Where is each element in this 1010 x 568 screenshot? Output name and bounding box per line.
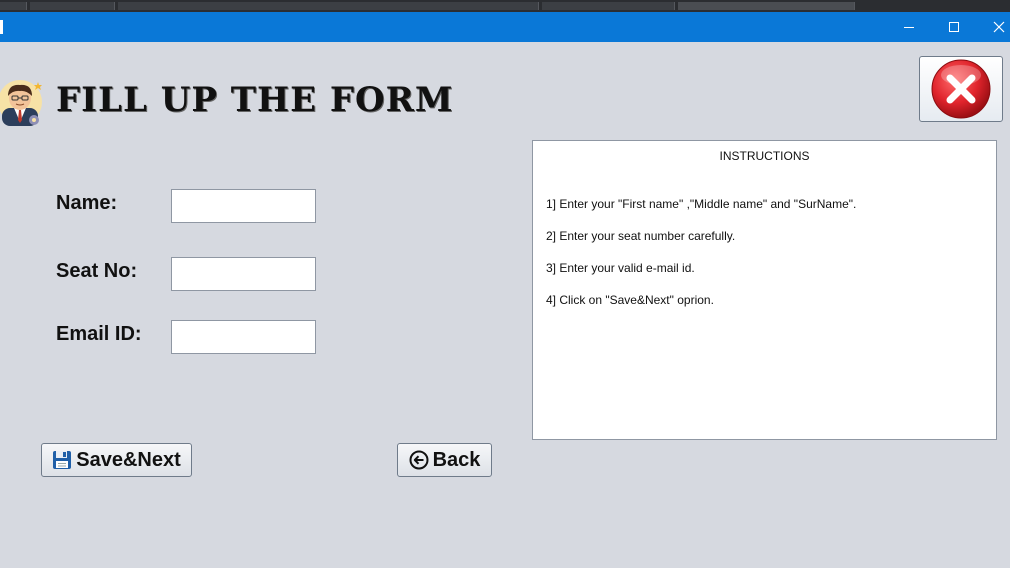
name-label: Name:	[56, 192, 118, 214]
instruction-line: 2] Enter your seat number carefully.	[546, 229, 736, 243]
strip-segment	[542, 2, 675, 10]
red-x-icon	[931, 59, 991, 119]
back-button[interactable]: Back	[397, 443, 492, 477]
seat-no-field[interactable]	[171, 257, 316, 291]
save-next-label: Save&Next	[76, 448, 181, 471]
instructions-panel: INSTRUCTIONS 1] Enter your "First name" …	[532, 140, 997, 440]
back-label: Back	[432, 448, 481, 471]
exit-button[interactable]	[919, 56, 1003, 122]
instruction-line: 1] Enter your "First name" ,"Middle name…	[546, 197, 857, 211]
back-arrow-icon	[409, 450, 429, 470]
title-bar	[0, 12, 1010, 42]
user-avatar-icon	[0, 80, 42, 126]
app-icon	[0, 20, 3, 34]
top-strip	[0, 0, 1010, 12]
maximize-button[interactable]	[931, 12, 976, 42]
instruction-line: 4] Click on "Save&Next" oprion.	[546, 293, 714, 307]
name-field[interactable]	[171, 189, 316, 223]
instructions-title: INSTRUCTIONS	[719, 149, 810, 163]
window-close-button[interactable]	[976, 12, 1010, 42]
minimize-icon	[903, 27, 914, 28]
strip-segment	[678, 2, 855, 10]
page-title: FILL UP THE FORM	[56, 80, 454, 120]
strip-segment	[0, 2, 27, 10]
minimize-button[interactable]	[886, 12, 931, 42]
seat-no-label: Seat No:	[56, 260, 138, 282]
email-field[interactable]	[171, 320, 316, 354]
floppy-disk-icon	[53, 451, 72, 469]
strip-segment	[30, 2, 115, 10]
strip-segment	[118, 2, 539, 10]
close-icon	[993, 21, 1004, 33]
email-label: Email ID:	[56, 323, 142, 345]
maximize-icon	[948, 22, 959, 32]
save-next-button[interactable]: Save&Next	[41, 443, 192, 477]
instruction-line: 3] Enter your valid e-mail id.	[546, 261, 695, 275]
